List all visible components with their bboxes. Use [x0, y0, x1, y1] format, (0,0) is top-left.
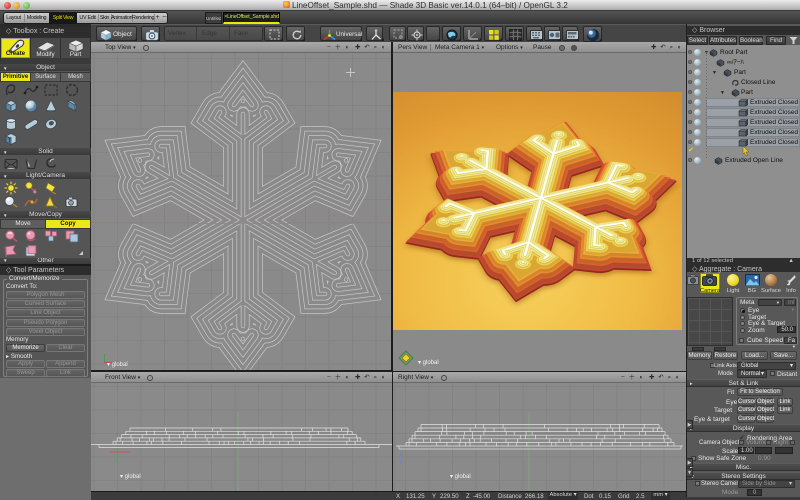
- svg-text:T: T: [8, 138, 13, 145]
